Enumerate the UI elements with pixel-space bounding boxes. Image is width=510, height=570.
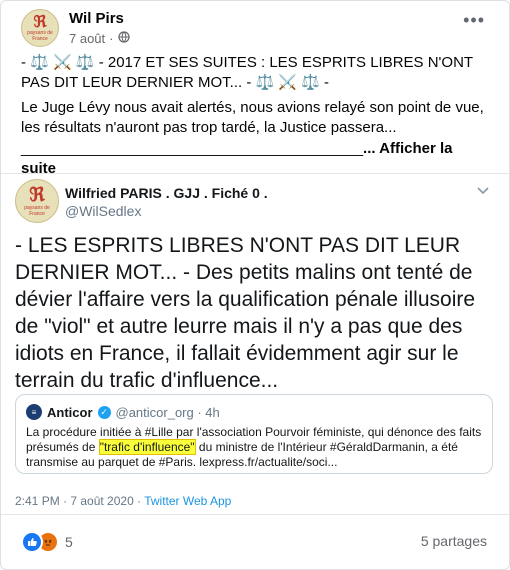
quoted-author-handle: @anticor_org · 4h [115, 404, 220, 420]
verified-badge-icon: ✓ [97, 405, 111, 419]
post-text-line1: - ⚖️ ⚔️ ⚖️ - 2017 ET SES SUITES : LES ES… [21, 54, 473, 91]
tweet-author-handle[interactable]: @WilSedlex [65, 203, 141, 219]
quoted-tweet[interactable]: ≡ Anticor ✓ @anticor_org · 4h La procédu… [15, 394, 493, 474]
quoted-tweet-header: ≡ Anticor ✓ @anticor_org · 4h [26, 404, 220, 420]
tweet-avatar-monogram: ℜ [29, 183, 45, 206]
avatar-caption: paysans de France [27, 30, 53, 42]
globe-icon [117, 31, 130, 46]
avatar-monogram: ℜ [33, 12, 47, 31]
like-reaction-icon [21, 531, 43, 553]
post-date[interactable]: 7 août [69, 31, 105, 46]
tweet-meta: 2:41 PM · 7 août 2020 · Twitter Web App [15, 494, 231, 508]
embedded-tweet[interactable]: ℜ paysans de France Wilfried PARIS . GJJ… [1, 173, 509, 515]
chevron-down-icon[interactable] [477, 184, 489, 198]
post-footer: 5 5 partages [1, 514, 509, 569]
quoted-text-highlight: "trafic d'influence" [98, 439, 196, 455]
quoted-author-name: Anticor [47, 404, 93, 420]
author-name[interactable]: Wil Pirs [69, 10, 124, 27]
tweet-body: - LES ESPRITS LIBRES N'ONT PAS DIT LEUR … [15, 234, 476, 392]
post-underscore-line: ________________________________________… [21, 140, 364, 157]
tweet-author-name[interactable]: Wilfried PARIS . GJJ . Fiché 0 . [65, 185, 268, 201]
tweet-avatar[interactable]: ℜ paysans de France [15, 179, 59, 223]
meta-separator: · [109, 31, 114, 46]
author-avatar[interactable]: ℜ paysans de France [21, 9, 59, 47]
more-options-icon[interactable]: ••• [463, 11, 485, 29]
post-text-line2: Le Juge Lévy nous avait alertés, nous av… [21, 99, 484, 136]
reaction-count: 5 [65, 534, 73, 550]
anticor-logo-icon: ≡ [26, 404, 42, 420]
post-meta: 7 août · [69, 31, 130, 46]
tweet-avatar-caption: paysans de France [24, 204, 50, 217]
tweet-source-link[interactable]: Twitter Web App [144, 494, 231, 508]
shares-count[interactable]: 5 partages [421, 533, 487, 549]
reactions-summary[interactable]: 5 [21, 531, 73, 553]
quoted-tweet-text: La procédure initiée à #Lille par l'asso… [26, 425, 484, 470]
facebook-post: ℜ paysans de France Wil Pirs 7 août · ••… [0, 0, 510, 570]
tweet-time[interactable]: 2:41 PM · 7 août 2020 · [15, 494, 144, 508]
